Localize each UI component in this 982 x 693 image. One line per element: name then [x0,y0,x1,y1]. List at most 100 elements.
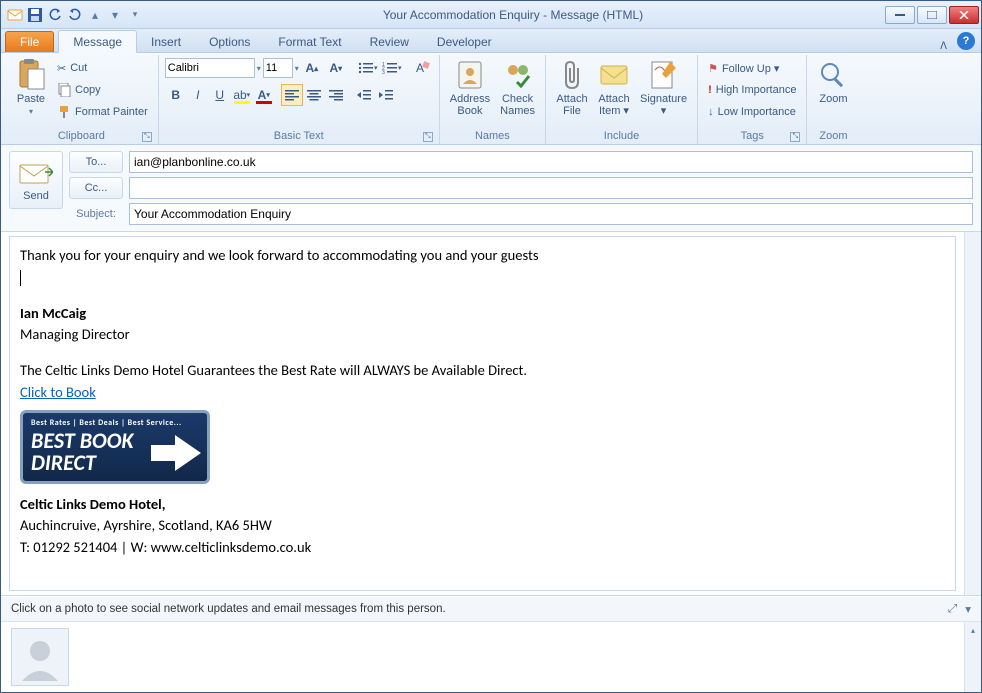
maximize-button[interactable] [917,6,947,24]
click-to-book-link[interactable]: Click to Book [20,383,96,401]
titlebar: ▴ ▾ ▾ Your Accommodation Enquiry - Messa… [1,1,981,29]
group-clipboard: Paste ▾ ✂Cut Copy Format Painter Clipboa… [5,55,159,144]
paste-button[interactable]: Paste ▾ [11,57,51,118]
address-book-button[interactable]: Address Book [446,57,494,119]
group-basic-text: ▾ ▾ A▴ A▾ ▾ 123▾ A B I U ab▾ A▾ [159,55,440,144]
highlight-button[interactable]: ab▾ [231,84,253,106]
to-field[interactable] [129,151,973,173]
italic-button[interactable]: I [187,84,209,106]
low-importance-label: Low Importance [718,106,796,118]
people-pane-scrollbar[interactable]: ▴ [964,622,981,692]
tab-developer[interactable]: Developer [423,31,506,52]
attach-file-label: Attach File [556,93,587,117]
text-cursor [20,270,21,286]
paste-icon [15,59,47,91]
low-importance-button[interactable]: ↓ Low Importance [704,101,800,123]
clipboard-group-label: Clipboard [58,130,105,142]
attach-item-label: Attach Item ▾ [598,93,629,117]
grow-font-button[interactable]: A▴ [301,57,323,79]
format-painter-button[interactable]: Format Painter [53,101,152,123]
increase-indent-button[interactable] [375,84,397,106]
hotel-address: Auchincruive, Ayrshire, Scotland, KA6 5H… [20,515,945,537]
down-arrow-icon: ↓ [708,106,714,118]
font-color-button[interactable]: A▾ [253,84,275,106]
send-button[interactable]: Send [9,151,63,209]
underline-button[interactable]: U [209,84,231,106]
guarantee-text: The Celtic Links Demo Hotel Guarantees t… [20,360,945,382]
best-book-direct-badge: Best Rates | Best Deals | Best Service..… [20,410,210,484]
minimize-ribbon-icon[interactable]: ᐱ [940,41,947,52]
attach-item-button[interactable]: Attach Item ▾ [594,57,634,119]
brush-icon [57,105,71,119]
arrow-icon [151,435,201,471]
paste-label: Paste [17,93,45,105]
svg-text:3: 3 [382,70,385,75]
zoom-button[interactable]: Zoom [813,57,853,107]
font-name-select[interactable] [165,58,255,78]
check-names-button[interactable]: Check Names [496,57,539,119]
qat-down-icon[interactable]: ▾ [107,7,123,23]
cc-field[interactable] [129,177,973,199]
attach-item-icon [598,59,630,91]
clear-formatting-button[interactable]: A [411,57,433,79]
tab-options[interactable]: Options [195,31,264,52]
attach-file-button[interactable]: Attach File [552,57,592,119]
help-button[interactable]: ? [957,32,975,50]
quick-access-toolbar: ▴ ▾ ▾ [3,7,143,23]
tab-message[interactable]: Message [58,30,137,53]
message-header: Send To... Cc... Subject: [1,145,981,232]
cc-button[interactable]: Cc... [69,177,123,199]
group-zoom: Zoom Zoom [807,55,859,144]
people-pane: Click on a photo to see social network u… [1,595,981,692]
shrink-font-button[interactable]: A▾ [325,57,347,79]
align-left-button[interactable] [281,84,303,106]
people-pane-hint: Click on a photo to see social network u… [11,603,446,615]
message-body[interactable]: Thank you for your enquiry and we look f… [9,236,956,591]
check-names-icon [502,59,534,91]
tab-format-text[interactable]: Format Text [264,31,355,52]
follow-up-button[interactable]: ⚑Follow Up ▾ [704,57,800,79]
send-icon [19,162,53,186]
signature-button[interactable]: Signature ▾ [636,57,691,119]
window-title: Your Accommodation Enquiry - Message (HT… [143,8,883,22]
high-importance-label: High Importance [716,84,797,96]
numbering-button[interactable]: 123▾ [381,57,403,79]
decrease-indent-button[interactable] [353,84,375,106]
bullets-button[interactable]: ▾ [357,57,379,79]
expand-people-pane-icon[interactable]: ⤢ [948,603,957,616]
close-button[interactable] [949,6,979,24]
align-center-button[interactable] [303,84,325,106]
subject-label: Subject: [69,208,123,220]
body-line: Thank you for your enquiry and we look f… [20,245,945,267]
body-scrollbar[interactable] [964,232,981,595]
tab-insert[interactable]: Insert [137,31,195,52]
to-button[interactable]: To... [69,151,123,173]
save-icon[interactable] [27,7,43,23]
qat-customize-icon[interactable]: ▾ [127,7,143,23]
tab-review[interactable]: Review [356,31,423,52]
clipboard-dialog-launcher[interactable]: ⤡ [142,132,152,142]
basictext-dialog-launcher[interactable]: ⤡ [423,132,433,142]
cut-button[interactable]: ✂Cut [53,57,152,79]
magnifier-icon [817,59,849,91]
undo-icon[interactable] [47,7,63,23]
high-importance-button[interactable]: !High Importance [704,79,800,101]
file-tab[interactable]: File [5,31,54,52]
align-right-button[interactable] [325,84,347,106]
minimize-button[interactable] [885,6,915,24]
include-group-label: Include [552,129,691,144]
collapse-people-pane-icon[interactable]: ▾ [965,602,971,616]
copy-button[interactable]: Copy [53,79,152,101]
font-size-select[interactable] [263,58,293,78]
signature-title: Managing Director [20,324,945,346]
bold-button[interactable]: B [165,84,187,106]
address-book-label: Address Book [450,93,490,117]
qat-up-icon[interactable]: ▴ [87,7,103,23]
subject-field[interactable] [129,203,973,225]
zoom-group-label: Zoom [813,129,853,144]
redo-icon[interactable] [67,7,83,23]
zoom-label: Zoom [819,93,847,105]
tags-dialog-launcher[interactable]: ⤡ [790,132,800,142]
contact-avatar[interactable] [11,628,69,686]
flag-icon: ⚑ [708,62,718,75]
